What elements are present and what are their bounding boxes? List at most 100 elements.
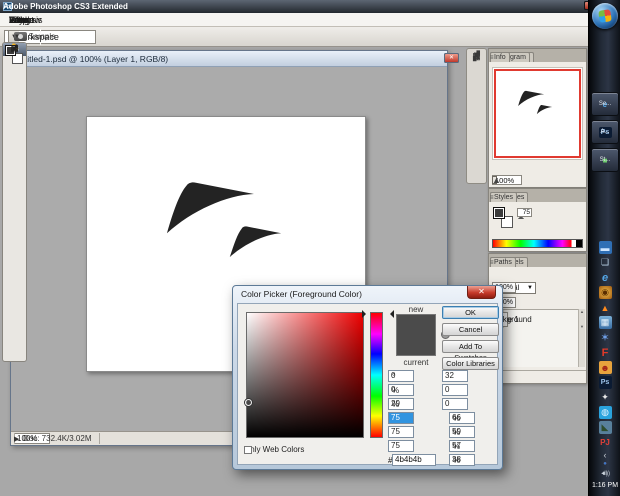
layers-panel-footer: ƒ ◻ ◐ ▭ ⊞ ▯	[489, 370, 586, 383]
small-swoosh-shape	[227, 224, 284, 259]
field-unit: %	[453, 414, 460, 423]
ok-button[interactable]: OK	[442, 306, 499, 319]
document-title: Untitled-1.psd @ 100% (Layer 1, RGB/8)	[14, 54, 168, 64]
taskbar-button-search[interactable]: e Se...	[591, 92, 619, 116]
field-unit: %	[453, 442, 460, 451]
screen-mode-button[interactable]: ▣	[4, 43, 25, 54]
new-color-label: new	[396, 305, 436, 314]
document-titlebar[interactable]: Ps Untitled-1.psd @ 100% (Layer 1, RGB/8…	[11, 51, 447, 67]
hue-slider-arrow-right[interactable]	[386, 310, 394, 318]
dialog-title: Color Picker (Foreground Color)	[241, 289, 362, 299]
taskbar-icon-row: ▦	[589, 315, 620, 330]
doc-close-button[interactable]: ✕	[444, 53, 459, 63]
chevron-down-icon: ▼	[527, 285, 533, 291]
lock-fill-row: Lock: ▦ ✎ ✛ ● Fill: 100%	[489, 295, 586, 309]
taskbar-button-label: Se...	[599, 101, 611, 107]
only-web-colors-row: Only Web Colors	[244, 445, 304, 454]
toolbox: Ps ✛□Ω◌#✂✚✎♜↺▱▤⊚◐✒T▶◆✉✐✋⊕ ◎ ▣	[2, 42, 27, 362]
taskbar-button-start-app[interactable]: ■ St...	[591, 148, 619, 172]
dialog-close-button[interactable]: ✕	[467, 286, 496, 299]
color-panel: Color ×SwatchesStyles ≡ R 75 G	[488, 188, 587, 252]
color-field-marker[interactable]	[245, 399, 252, 406]
internet-explorer-icon[interactable]: e	[599, 271, 612, 284]
panel-dock-strip: «▤✂♜▞A¶▦	[466, 48, 487, 184]
dialog-body: new current OK Cancel Add To Swatches Co…	[237, 303, 498, 465]
taskbar-icon-row: ☻	[589, 360, 620, 375]
windows-taskbar: e Se... Ps A... ■ St... ▬ ❏ e ◉ ▲ ▦ ✶ F ☻ Ps ✦ ◍ ◣ PJ…	[588, 0, 620, 496]
only-web-colors-label: Only Web Colors	[244, 445, 304, 454]
photo-viewer-icon[interactable]: ▦	[599, 316, 612, 329]
foreground-color-swatch[interactable]	[493, 207, 505, 219]
taskbar-button-label: A...	[600, 129, 609, 135]
layers-scrollbar[interactable]: ▲▼	[578, 309, 585, 367]
start-button[interactable]	[592, 3, 618, 29]
status-menu-arrow-icon[interactable]: ▶	[14, 435, 19, 443]
blue-input[interactable]: 75	[388, 440, 414, 452]
tray-icon-blue[interactable]: ●	[603, 461, 607, 467]
taskbar-icon-row: ◣	[589, 420, 620, 435]
green-input[interactable]: 75	[388, 426, 414, 438]
lab-a-input[interactable]: 0	[442, 384, 468, 396]
volume-icon[interactable]: ◄))	[600, 471, 610, 477]
field-unit: %	[392, 386, 399, 395]
color-tabbar: Color ×SwatchesStyles ≡	[489, 189, 586, 202]
mario-icon[interactable]: ☻	[599, 361, 612, 374]
navigator-preview[interactable]	[492, 67, 583, 160]
app-titlebar: Ps Adobe Photoshop CS3 Extended – ❐ ✕	[0, 0, 588, 13]
lab-l-input[interactable]: 32	[442, 370, 468, 382]
menu-item[interactable]: Help	[3, 15, 34, 25]
menubar: FileEditImageLayerSelectFilterAnalysisVi…	[0, 13, 588, 27]
photoshop-app-icon[interactable]: Ps	[599, 376, 612, 389]
color-libraries-button[interactable]: Color Libraries	[442, 357, 499, 370]
hex-input[interactable]: 4b4b4b	[392, 454, 436, 466]
cancel-button[interactable]: Cancel	[442, 323, 499, 336]
add-to-swatches-button[interactable]: Add To Swatches	[442, 340, 499, 353]
taskbar-icon-row: F	[589, 345, 620, 360]
dove-icon[interactable]: ✦	[599, 391, 612, 404]
taskbar-icon-row: ▬	[589, 240, 620, 255]
hue-slider-arrow-left[interactable]	[362, 310, 370, 318]
color-spectrum-ramp[interactable]	[492, 239, 583, 248]
lab-b-input[interactable]: 0	[442, 398, 468, 410]
options-bar: ✐ ▾ Sample Size: Point Sample ▼ Workspac…	[0, 27, 588, 47]
hue-slider[interactable]	[370, 312, 383, 438]
panel-menu-icon[interactable]: ≡	[490, 55, 496, 62]
layers-tabbar: Layers ×ChannelsPaths ≡	[489, 254, 586, 267]
saturation-brightness-field[interactable]	[246, 312, 364, 438]
field-unit: %	[453, 428, 460, 437]
letter-f-icon[interactable]: F	[599, 346, 612, 359]
zoom-in-icon[interactable]: ▲	[492, 175, 501, 185]
taskbar-icon-row: ✦	[589, 390, 620, 405]
panel-menu-icon[interactable]: ≡	[490, 195, 496, 202]
taskbar-icon-row: e	[589, 270, 620, 285]
measurement-log-panel-icon[interactable]: ▦	[468, 49, 485, 64]
twitter-globe-icon[interactable]: ◍	[599, 406, 612, 419]
landscape-icon[interactable]: ◣	[599, 421, 612, 434]
photos-stack-icon[interactable]: ❏	[599, 256, 612, 269]
panel-menu-icon[interactable]: ≡	[490, 260, 496, 267]
taskbar-button-photoshop[interactable]: Ps A...	[591, 120, 619, 144]
taskbar-icon-row: PJ	[589, 435, 620, 450]
remote-window-icon[interactable]: ▬	[599, 241, 612, 254]
field-unit: %	[392, 400, 399, 409]
only-web-colors-checkbox[interactable]	[244, 446, 252, 454]
pj-text-icon[interactable]: PJ	[599, 436, 612, 449]
blue-star-icon[interactable]: ✶	[599, 331, 612, 344]
vlc-icon[interactable]: ▲	[599, 301, 612, 314]
taskbar-icon-row: ◍	[589, 405, 620, 420]
current-color-label: current	[396, 358, 436, 367]
taskbar-button-label: St...	[600, 157, 611, 163]
photoshop-screen: Ps Adobe Photoshop CS3 Extended – ❐ ✕ Fi…	[0, 0, 620, 496]
taskbar-icon-row: ✶	[589, 330, 620, 345]
taskbar-icon-row: ❏	[589, 255, 620, 270]
taskbar-clock[interactable]: 1:16 PM	[589, 482, 620, 489]
blend-opacity-row: Normal ▼ Opacity: 100%	[489, 280, 586, 295]
new-current-color-swatch	[396, 314, 436, 356]
field-unit: °	[392, 372, 395, 381]
red-input[interactable]: 75	[388, 412, 414, 424]
taskbar-icon-row: Ps	[589, 375, 620, 390]
tray-chevron-icon[interactable]: ‹	[589, 450, 620, 460]
channel-value-field[interactable]: 75	[517, 208, 532, 217]
workspace-button[interactable]: Workspace ▼	[14, 32, 59, 42]
media-player-icon[interactable]: ◉	[599, 286, 612, 299]
